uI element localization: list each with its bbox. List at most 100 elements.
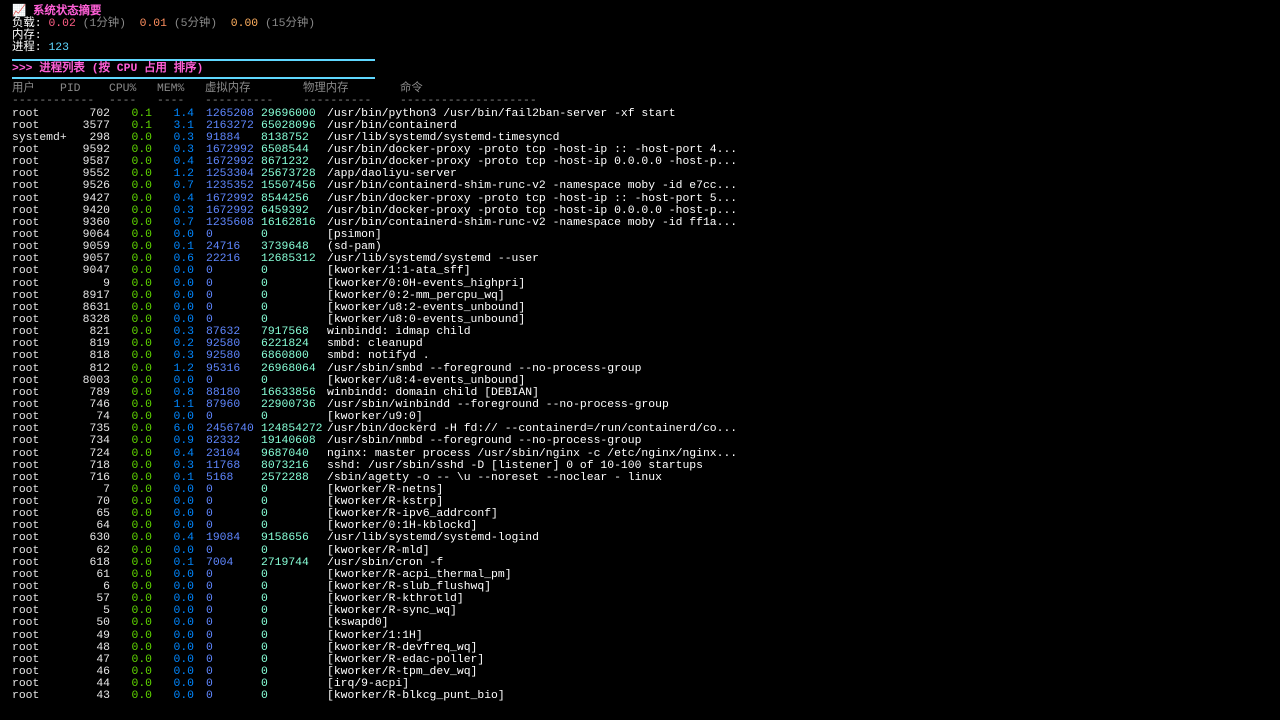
process-mem: 0.0 [173, 265, 194, 278]
table-row: root 64 0.0 0.0 0 0 [kworker/0:1H-kblockd] [12, 520, 1280, 532]
process-command: /usr/bin/docker-proxy -proto tcp -host-i… [327, 204, 738, 217]
process-mem: 0.0 [173, 483, 194, 496]
table-row: root 819 0.0 0.2 92580 6221824 smbd: cleanupd [12, 338, 1280, 350]
process-user: root [12, 447, 40, 460]
process-cpu: 0.0 [131, 241, 152, 254]
table-row: root 50 0.0 0.0 0 0 [kswapd0] [12, 617, 1280, 629]
process-pid: 8631 [82, 301, 110, 314]
table-row: root 62 0.0 0.0 0 0 [kworker/R-mld] [12, 545, 1280, 557]
load-15min-unit: (15分钟) [264, 18, 316, 31]
process-command: [kworker/0:0H-events_highpri] [327, 277, 526, 290]
process-pid: 9592 [82, 143, 110, 156]
process-command: [kworker/R-netns] [327, 483, 444, 496]
process-user: root [12, 362, 40, 375]
process-user: root [12, 605, 40, 618]
process-user: root [12, 265, 40, 278]
process-vsz: 91884 [206, 131, 241, 144]
load-1min-value: 0.02 [48, 18, 76, 31]
process-vsz: 0 [206, 301, 213, 314]
table-row: root 7 0.0 0.0 0 0 [kworker/R-netns] [12, 484, 1280, 496]
process-user: root [12, 617, 40, 630]
process-command: /usr/lib/systemd/systemd --user [327, 253, 539, 266]
process-cpu: 0.0 [131, 131, 152, 144]
process-pid: 3577 [82, 119, 110, 132]
process-vsz: 0 [206, 617, 213, 630]
process-mem: 0.0 [173, 289, 194, 302]
process-user: root [12, 338, 40, 351]
process-vsz: 0 [206, 508, 213, 521]
header-rss: 物理内存 [303, 83, 349, 96]
process-user: root [12, 313, 40, 326]
process-rss: 9158656 [261, 532, 309, 545]
process-command: [kworker/R-acpi_thermal_pm] [327, 568, 512, 581]
header-cpu: CPU% [109, 83, 137, 96]
process-user: root [12, 593, 40, 606]
process-vsz: 0 [206, 265, 213, 278]
load-5min-unit: (5分钟) [173, 18, 218, 31]
process-vsz: 0 [206, 593, 213, 606]
process-rss: 0 [261, 593, 268, 606]
process-command: [psimon] [327, 228, 382, 241]
process-command: smbd: notifyd . [327, 350, 430, 363]
process-vsz: 92580 [206, 350, 241, 363]
process-user: root [12, 483, 40, 496]
table-row: root 9360 0.0 0.7 1235608 16162816/usr/bin/co… [12, 217, 1280, 229]
process-user: root [12, 192, 40, 205]
process-cpu: 0.0 [131, 216, 152, 229]
process-mem: 6.0 [173, 423, 194, 436]
process-cpu: 0.0 [131, 483, 152, 496]
process-user: root [12, 544, 40, 557]
process-cpu: 0.0 [131, 180, 152, 193]
process-cpu: 0.0 [131, 653, 152, 666]
process-mem: 0.0 [173, 508, 194, 521]
process-user: root [12, 556, 40, 569]
process-user: root [12, 641, 40, 654]
process-cpu: 0.0 [131, 253, 152, 266]
process-pid: 9064 [82, 228, 110, 241]
process-pid: 702 [89, 107, 110, 120]
process-user: root [12, 301, 40, 314]
divider-mem: ---- [157, 95, 185, 108]
table-row: root 8328 0.0 0.0 0 0 [kworker/u8:0-events_unb… [12, 314, 1280, 326]
table-row: root 9427 0.0 0.4 1672992 8544256/usr/bin/doc… [12, 193, 1280, 205]
process-vsz: 5168 [206, 471, 234, 484]
process-rss: 0 [261, 228, 268, 241]
process-mem: 0.2 [173, 338, 194, 351]
header-mem: MEM% [157, 83, 185, 96]
process-user: systemd+ [12, 131, 67, 144]
table-row: root 812 0.0 1.2 95316 26968064/usr/sbin/smbd… [12, 363, 1280, 375]
process-mem: 0.1 [173, 471, 194, 484]
process-cpu: 0.0 [131, 228, 152, 241]
process-mem: 0.1 [173, 556, 194, 569]
process-vsz: 0 [206, 581, 213, 594]
process-pid: 46 [96, 666, 110, 679]
process-user: root [12, 180, 40, 193]
process-rss: 29696000 [261, 107, 316, 120]
table-row: root 3577 0.1 3.1 2163272 65028096/usr/bin/co… [12, 120, 1280, 132]
process-count-line: 进程: 123 [12, 42, 1280, 54]
chart-increasing-icon: 📈 [12, 6, 27, 18]
process-mem: 0.3 [173, 143, 194, 156]
process-user: root [12, 289, 40, 302]
table-row: root 618 0.0 0.1 7004 2719744/usr/sbin/cron -… [12, 557, 1280, 569]
process-rss: 6508544 [261, 143, 309, 156]
process-cpu: 0.0 [131, 435, 152, 448]
process-rss: 25673728 [261, 168, 316, 181]
process-command: /usr/bin/python3 /usr/bin/fail2ban-serve… [327, 107, 676, 120]
process-pid: 9587 [82, 156, 110, 169]
process-mem: 0.3 [173, 350, 194, 363]
process-vsz: 7004 [206, 556, 234, 569]
process-command: [kworker/0:1H-kblockd] [327, 520, 478, 533]
process-mem: 0.0 [173, 605, 194, 618]
process-user: root [12, 228, 40, 241]
process-cpu: 0.0 [131, 143, 152, 156]
process-pid: 789 [89, 386, 110, 399]
process-mem: 0.0 [173, 581, 194, 594]
table-row: root 818 0.0 0.3 92580 6860800 smbd: notifyd . [12, 350, 1280, 362]
table-row: root 724 0.0 0.4 23104 9687040 nginx: master p… [12, 448, 1280, 460]
process-vsz: 1672992 [206, 204, 254, 217]
process-cpu: 0.0 [131, 459, 152, 472]
process-mem: 0.0 [173, 568, 194, 581]
process-vsz: 1253304 [206, 168, 254, 181]
process-user: root [12, 423, 40, 436]
